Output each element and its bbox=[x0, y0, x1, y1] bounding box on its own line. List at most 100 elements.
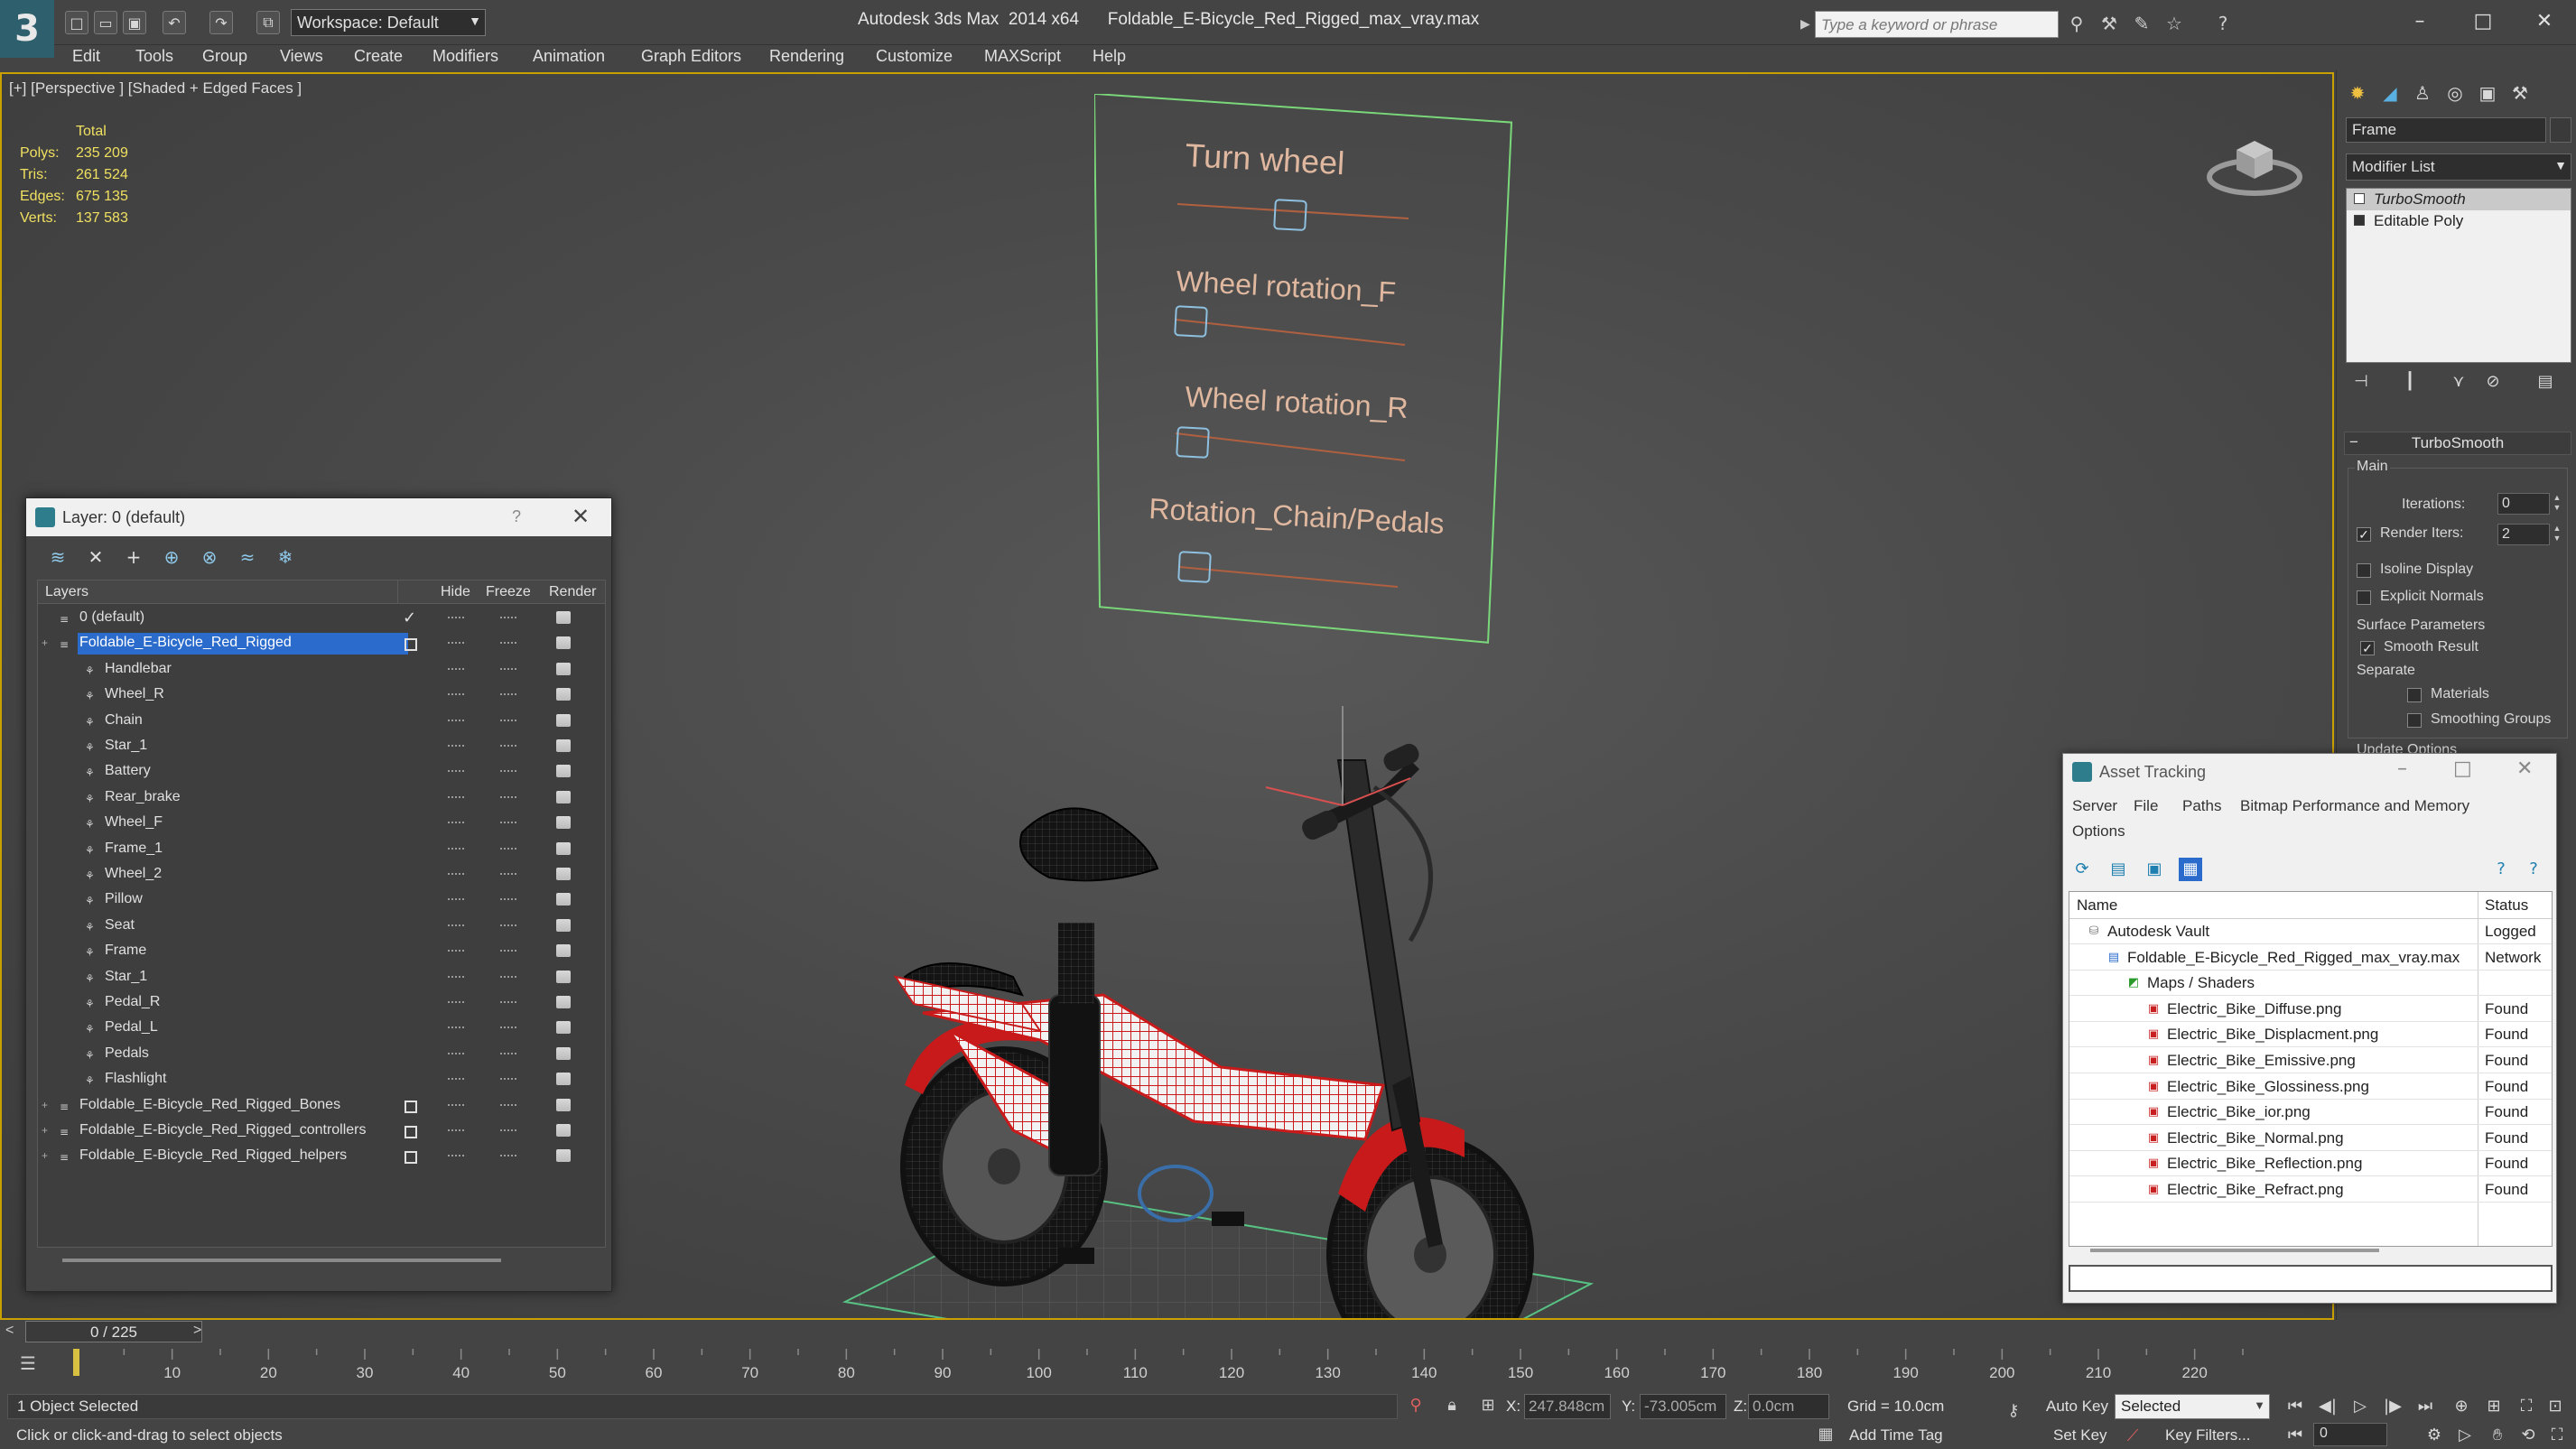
render-teapot-icon[interactable] bbox=[556, 790, 571, 803]
hide-toggle[interactable] bbox=[448, 693, 464, 696]
e-bicycle-model[interactable] bbox=[832, 706, 1609, 1320]
menu-maxscript[interactable]: MAXScript bbox=[984, 47, 1061, 66]
object-color-swatch[interactable] bbox=[2550, 117, 2571, 143]
time-configuration-icon[interactable]: ⚙︎ bbox=[2422, 1423, 2447, 1448]
binoculars-icon[interactable]: ⚲ bbox=[2064, 13, 2089, 36]
current-frame-marker[interactable] bbox=[73, 1349, 79, 1376]
layer-object-row[interactable]: ⚘ Star_1 bbox=[38, 734, 605, 759]
hide-toggle[interactable] bbox=[448, 1129, 464, 1132]
set-current-layer-box[interactable] bbox=[405, 1100, 417, 1113]
freeze-toggle[interactable] bbox=[500, 822, 516, 824]
communication-icon[interactable]: ✎ bbox=[2129, 13, 2154, 36]
next-key-icon[interactable]: |▶︎ bbox=[2380, 1394, 2405, 1419]
close-icon[interactable]: ✕ bbox=[2516, 757, 2533, 780]
utilities-tab-icon[interactable]: ⚒ bbox=[2506, 79, 2534, 107]
current-layer-check-icon[interactable]: ✓ bbox=[403, 608, 416, 627]
menu-server[interactable]: Server bbox=[2072, 797, 2117, 815]
selection-set-dropdown[interactable]: Selected ▼ bbox=[2115, 1394, 2270, 1419]
layer-object-row[interactable]: ⚘ Wheel_F bbox=[38, 811, 605, 836]
play-icon[interactable]: ▷ bbox=[2348, 1394, 2373, 1419]
render-teapot-icon[interactable] bbox=[556, 765, 571, 778]
hide-toggle[interactable] bbox=[448, 642, 464, 645]
set-key-button[interactable]: Set Key bbox=[2053, 1426, 2107, 1444]
next-frame-icon[interactable]: > bbox=[193, 1323, 201, 1339]
turn-wheel-handle[interactable] bbox=[1273, 199, 1307, 231]
modifier-list-dropdown[interactable]: Modifier List ▼ bbox=[2346, 153, 2571, 181]
layer-name[interactable]: Rear_brake bbox=[103, 787, 408, 809]
freeze-toggle[interactable] bbox=[500, 617, 516, 619]
highlight-selected-icon[interactable]: ⊗ bbox=[198, 545, 221, 569]
viewcube-icon[interactable] bbox=[2207, 121, 2302, 202]
create-tab-icon[interactable]: ✹ bbox=[2344, 79, 2371, 107]
freeze-toggle[interactable] bbox=[500, 1026, 516, 1029]
render-iters-checkbox[interactable]: ✓ bbox=[2357, 527, 2371, 542]
thumbnail-view-icon[interactable]: ▣ bbox=[2143, 858, 2166, 881]
render-teapot-icon[interactable] bbox=[556, 918, 571, 932]
stack-item-editable-poly[interactable]: Editable Poly bbox=[2347, 210, 2571, 232]
make-unique-icon[interactable]: ⋎ bbox=[2447, 372, 2470, 395]
expand-icon[interactable]: + bbox=[42, 637, 52, 648]
zoom-all-icon[interactable]: ⊞ bbox=[2481, 1394, 2506, 1419]
list-view-icon[interactable]: ▤ bbox=[2106, 858, 2130, 881]
layer-name[interactable]: Flashlight bbox=[103, 1069, 408, 1091]
layer-object-row[interactable]: ⚘ Flashlight bbox=[38, 1067, 605, 1092]
layer-name[interactable]: Foldable_E-Bicycle_Red_Rigged_helpers bbox=[78, 1146, 408, 1167]
asset-row[interactable]: ▣ Electric_Bike_Reflection.png Found bbox=[2069, 1151, 2552, 1177]
hide-toggle[interactable] bbox=[448, 1078, 464, 1081]
curve-editor-icon[interactable]: ☰ bbox=[13, 1352, 43, 1379]
lightbulb-icon[interactable] bbox=[2354, 193, 2365, 204]
render-teapot-icon[interactable] bbox=[556, 688, 571, 701]
layer-row[interactable]: + ≡ Foldable_E-Bicycle_Red_Rigged_controll… bbox=[38, 1119, 605, 1144]
hide-toggle[interactable] bbox=[448, 745, 464, 748]
modifier-stack[interactable]: TurboSmooth Editable Poly bbox=[2346, 188, 2571, 363]
time-tag-icon[interactable]: ▦ bbox=[1815, 1425, 1837, 1446]
layer-object-row[interactable]: ⚘ Pillow bbox=[38, 887, 605, 913]
stack-item-turbosmooth[interactable]: TurboSmooth bbox=[2347, 189, 2571, 210]
column-header-render[interactable]: Render bbox=[549, 584, 596, 600]
undo-icon[interactable]: ↶ bbox=[163, 11, 186, 34]
column-header-layers[interactable]: Layers bbox=[45, 584, 88, 600]
layer-name[interactable]: Pillow bbox=[103, 889, 408, 911]
isoline-display-checkbox[interactable] bbox=[2357, 563, 2371, 578]
freeze-toggle[interactable] bbox=[500, 1052, 516, 1055]
render-teapot-icon[interactable] bbox=[556, 1021, 571, 1035]
previous-frame-icon[interactable]: < bbox=[5, 1323, 14, 1339]
hide-toggle[interactable] bbox=[448, 617, 464, 619]
frame-ruler[interactable]: 10 20 30 40 50 60 70 80 90 100 110 120 130 140 150 160 1… bbox=[67, 1349, 2261, 1385]
menu-graph-editors[interactable]: Graph Editors bbox=[641, 47, 741, 66]
freeze-toggle[interactable] bbox=[500, 873, 516, 876]
menu-file[interactable]: File bbox=[2134, 797, 2158, 815]
freeze-toggle[interactable] bbox=[500, 667, 516, 671]
minimize-icon[interactable]: – bbox=[2397, 757, 2407, 780]
time-slider[interactable]: < 0 / 225 > bbox=[0, 1321, 2576, 1344]
layer-object-row[interactable]: ⚘ Seat bbox=[38, 914, 605, 939]
viewport-label[interactable]: [+] [Perspective ] [Shaded + Edged Faces… bbox=[9, 79, 302, 98]
expand-icon[interactable]: + bbox=[42, 1100, 52, 1110]
layer-name[interactable]: Pedal_R bbox=[103, 992, 408, 1014]
close-icon[interactable]: ✕ bbox=[572, 504, 590, 529]
menu-bitmap-performance[interactable]: Bitmap Performance and Memory bbox=[2240, 797, 2469, 815]
freeze-toggle[interactable] bbox=[500, 898, 516, 901]
delete-layer-icon[interactable]: ✕ bbox=[84, 545, 107, 569]
layer-name[interactable]: Wheel_2 bbox=[103, 864, 408, 886]
close-icon[interactable]: ✕ bbox=[2523, 5, 2566, 38]
freeze-toggle[interactable] bbox=[500, 1001, 516, 1004]
layer-name[interactable]: Frame bbox=[103, 941, 408, 962]
zoom-extents-all-icon[interactable]: ⊡ bbox=[2543, 1394, 2568, 1419]
minimize-icon[interactable]: – bbox=[2398, 5, 2441, 38]
search-expand-icon[interactable]: ▶ bbox=[1800, 16, 1810, 32]
asset-row[interactable]: ▤ Foldable_E-Bicycle_Red_Rigged_max_vray.… bbox=[2069, 945, 2552, 971]
go-to-start-icon[interactable]: ⏮ bbox=[2283, 1394, 2308, 1419]
render-teapot-icon[interactable] bbox=[556, 1124, 571, 1137]
freeze-toggle[interactable] bbox=[500, 1129, 516, 1132]
help-icon[interactable]: ? bbox=[512, 507, 521, 526]
app-logo-icon[interactable]: 3 bbox=[0, 0, 54, 58]
render-teapot-icon[interactable] bbox=[556, 1073, 571, 1086]
menu-create[interactable]: Create bbox=[354, 47, 403, 66]
menu-options[interactable]: Options bbox=[2072, 822, 2125, 841]
asset-tracking-titlebar[interactable]: Asset Tracking – □ ✕ bbox=[2063, 754, 2556, 790]
layer-row[interactable]: ≡ 0 (default) ✓ bbox=[38, 606, 605, 631]
hide-toggle[interactable] bbox=[448, 770, 464, 773]
set-keys-icon[interactable]: ⟋ bbox=[2122, 1426, 2144, 1448]
asset-row[interactable]: ⛁ Autodesk Vault Logged bbox=[2069, 919, 2552, 944]
